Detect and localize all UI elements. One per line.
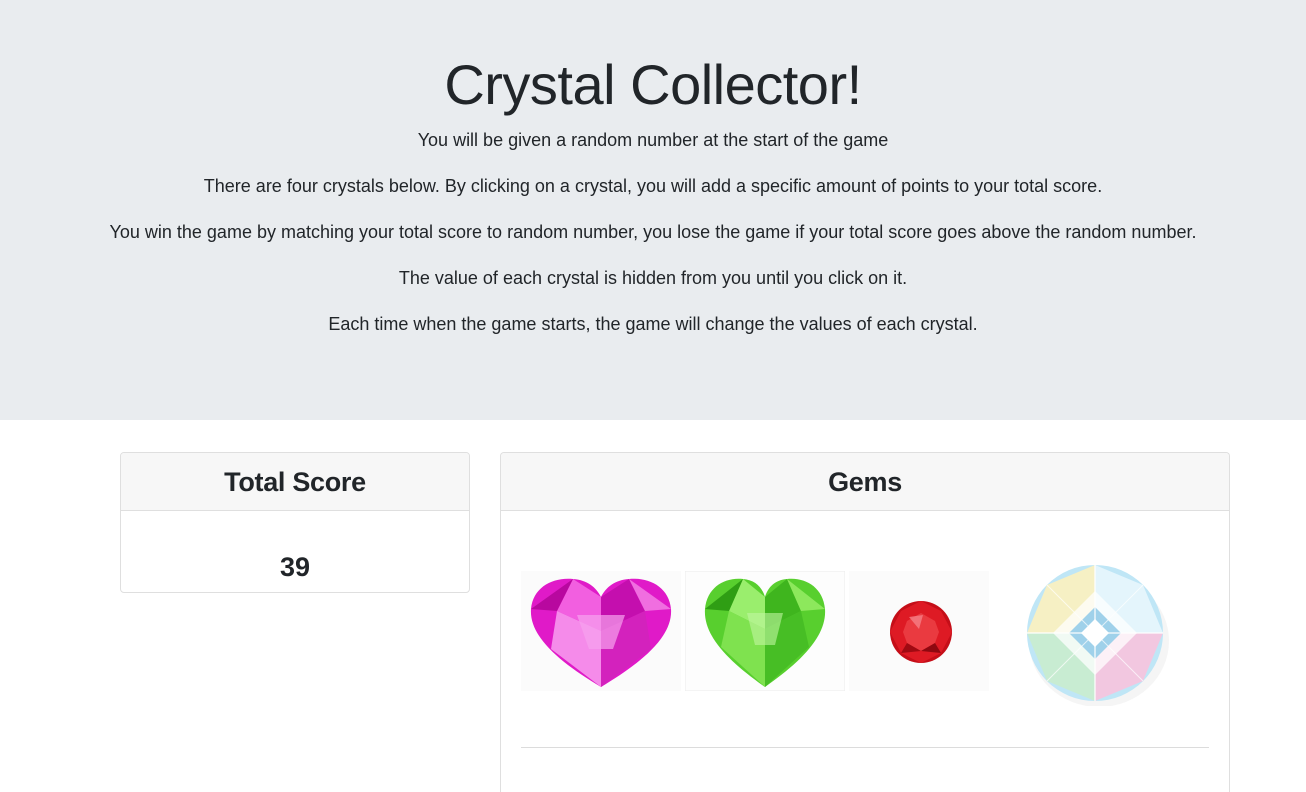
red-round-gem-icon [849, 571, 989, 691]
instruction-line-2: There are four crystals below. By clicki… [203, 176, 1103, 196]
red-round-gem-button[interactable] [849, 571, 989, 691]
gems-heading: Gems [501, 453, 1229, 511]
green-heart-gem-button[interactable] [685, 571, 845, 691]
green-heart-gem-icon [685, 571, 845, 691]
gems-divider [521, 747, 1209, 748]
instruction-line-5: Each time when the game starts, the game… [328, 314, 978, 334]
total-score-heading: Total Score [121, 453, 469, 511]
diamond-gem-icon [1027, 565, 1169, 706]
instruction-line-3: You win the game by matching your total … [109, 222, 1197, 242]
instruction-line-1: You will be given a random number at the… [417, 130, 889, 150]
total-score-card: Total Score 39 [120, 452, 470, 593]
instruction-line-4: The value of each crystal is hidden from… [398, 268, 908, 288]
pink-heart-gem-button[interactable] [521, 571, 681, 691]
diamond-gem-button[interactable] [1021, 561, 1171, 706]
gems-card: Gems [500, 452, 1230, 792]
page-title: Crystal Collector! [444, 53, 862, 116]
total-score-value: 39 [279, 552, 311, 582]
pink-heart-gem-icon [521, 571, 681, 691]
jumbotron-header: Crystal Collector! You will be given a r… [0, 0, 1306, 420]
